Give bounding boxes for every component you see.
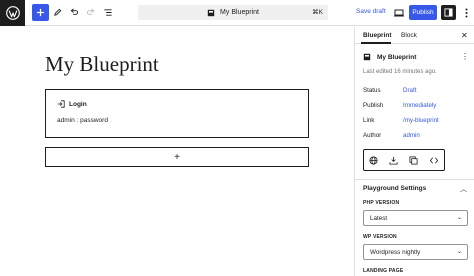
tab-blueprint[interactable]: Blueprint bbox=[363, 32, 392, 39]
globe-icon[interactable] bbox=[369, 155, 378, 165]
settings-sidebar: Blueprint Block ✕ My Blueprint ⋮ Last ed… bbox=[354, 27, 474, 276]
publish-button[interactable]: Publish bbox=[409, 5, 437, 20]
document-actions-icon[interactable]: ⋮ bbox=[461, 52, 469, 61]
chevron-up-icon[interactable]: ︿ bbox=[460, 184, 467, 194]
code-icon[interactable] bbox=[429, 156, 439, 165]
block-inserter-button[interactable] bbox=[32, 4, 49, 21]
redo-icon[interactable] bbox=[82, 4, 99, 21]
status-value[interactable]: Draft bbox=[403, 87, 416, 94]
top-toolbar: My Blueprint ⌘K Save draft Publish bbox=[0, 0, 474, 26]
php-version-value: Latest bbox=[370, 214, 388, 222]
chevron-down-icon: ⌄ bbox=[456, 249, 462, 255]
document-icon bbox=[207, 9, 215, 16]
credentials-text: admin : password bbox=[57, 117, 108, 124]
last-edited: Last edited 16 minutes ago. bbox=[363, 69, 437, 75]
close-icon[interactable]: ✕ bbox=[461, 31, 468, 40]
undo-icon[interactable] bbox=[65, 4, 82, 21]
document-summary: My Blueprint bbox=[363, 53, 416, 61]
publish-label: Publish bbox=[363, 102, 384, 109]
blueprint-actions bbox=[363, 149, 445, 171]
landing-page-label: LANDING PAGE bbox=[363, 268, 404, 274]
playground-settings-title[interactable]: Playground Settings bbox=[363, 185, 426, 192]
link-value[interactable]: /my-blueprint bbox=[403, 117, 439, 124]
login-label: Login bbox=[69, 100, 87, 108]
login-block[interactable]: Login admin : password bbox=[45, 89, 309, 138]
wp-version-select[interactable]: Wordpress nightly ⌄ bbox=[363, 244, 468, 260]
php-version-label: PHP VERSION bbox=[363, 200, 400, 206]
login-icon bbox=[57, 100, 65, 108]
php-version-select[interactable]: Latest ⌄ bbox=[363, 210, 468, 226]
chevron-down-icon: ⌄ bbox=[456, 215, 462, 221]
author-value[interactable]: admin bbox=[403, 132, 420, 139]
post-title[interactable]: My Blueprint bbox=[45, 52, 159, 77]
editor-app: My Blueprint ⌘K Save draft Publish My Bl… bbox=[0, 0, 474, 276]
sidebar-tabs: Blueprint Block ✕ bbox=[355, 27, 474, 44]
save-draft-button[interactable]: Save draft bbox=[356, 8, 386, 15]
active-tab-indicator bbox=[361, 42, 391, 44]
wp-version-value: Wordpress nightly bbox=[370, 248, 421, 256]
plus-icon: + bbox=[174, 151, 180, 163]
more-options-icon[interactable] bbox=[458, 4, 474, 21]
document-icon bbox=[363, 53, 371, 61]
pencil-icon[interactable] bbox=[49, 4, 66, 21]
download-icon[interactable] bbox=[389, 156, 398, 165]
status-label: Status bbox=[363, 87, 381, 94]
wp-version-label: WP VERSION bbox=[363, 234, 397, 240]
settings-sidebar-toggle-icon[interactable] bbox=[441, 5, 456, 20]
append-block-button[interactable]: + bbox=[45, 147, 309, 167]
document-title: My Blueprint bbox=[220, 9, 259, 16]
editor-canvas: My Blueprint Login admin : password + bbox=[0, 27, 354, 276]
copy-icon[interactable] bbox=[409, 155, 418, 165]
command-palette-bar[interactable]: My Blueprint ⌘K bbox=[138, 5, 328, 20]
tab-block[interactable]: Block bbox=[401, 32, 417, 39]
panel-divider bbox=[355, 179, 474, 180]
login-row: Login bbox=[57, 100, 87, 108]
publish-value[interactable]: Immediately bbox=[403, 102, 436, 109]
shortcut-hint: ⌘K bbox=[312, 9, 323, 16]
wordpress-logo-icon[interactable] bbox=[0, 0, 25, 26]
link-label: Link bbox=[363, 117, 375, 124]
document-overview-icon[interactable] bbox=[99, 4, 116, 21]
document-name: My Blueprint bbox=[377, 53, 417, 61]
author-label: Author bbox=[363, 132, 382, 139]
preview-icon[interactable] bbox=[390, 4, 407, 21]
